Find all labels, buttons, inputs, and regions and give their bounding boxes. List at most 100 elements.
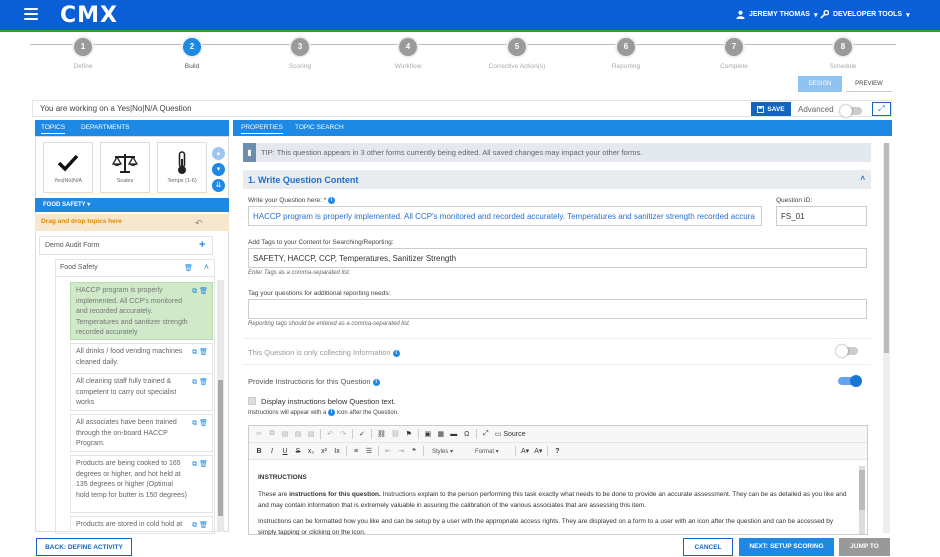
indent-icon[interactable]: ⇥	[397, 447, 405, 455]
copy-trash-icons[interactable]: ⧉ 🗑	[192, 287, 208, 298]
step-build[interactable]: 2 Build	[162, 36, 222, 70]
strike-button[interactable]: S	[294, 448, 302, 455]
save-button[interactable]: SAVE	[751, 102, 791, 116]
source-button[interactable]: ▭ Source	[495, 430, 526, 438]
superscript-button[interactable]: x²	[320, 448, 328, 455]
topic-card-temps[interactable]: Temps (1-6)	[157, 142, 207, 193]
info-icon[interactable]: i	[328, 197, 336, 204]
blockquote-icon[interactable]: ❝	[410, 447, 418, 455]
question-item[interactable]: All associates have been trained through…	[70, 414, 213, 452]
step-reporting[interactable]: 6 Reporting	[596, 36, 656, 70]
bold-button[interactable]: B	[255, 448, 263, 455]
step-complete[interactable]: 7 Complete	[704, 36, 764, 70]
question-item[interactable]: All cleaning staff fully trained & compe…	[70, 373, 213, 411]
info-icon[interactable]: i	[372, 378, 380, 386]
numbered-list-icon[interactable]: ≡	[352, 448, 360, 455]
jump-to-button[interactable]: JUMP TO	[839, 538, 890, 556]
link-icon[interactable]: ⛓	[377, 430, 386, 438]
display-below-checkbox[interactable]	[248, 397, 256, 405]
text-color-icon[interactable]: A▾	[521, 447, 529, 455]
expand-icon[interactable]: ⤢	[872, 102, 891, 116]
reporting-input[interactable]	[248, 299, 867, 319]
italic-button[interactable]: I	[268, 448, 276, 455]
scroll-end-icon[interactable]: ⇊	[212, 179, 225, 192]
step-define[interactable]: 1 Define	[53, 36, 113, 70]
category-row[interactable]: Food Safety 🗑 ˄	[55, 259, 215, 277]
spellcheck-icon[interactable]: ✓	[358, 430, 366, 438]
rich-text-editor[interactable]: ✂ ⧉ ▤ ▤ ▤ ↶ ↷ ✓ ⛓ ⛓ ⚑ ▣ ▦ ▬ Ω ⤢ ▭ Source…	[248, 425, 868, 535]
bg-color-icon[interactable]: A▾	[534, 447, 542, 455]
step-schedule[interactable]: 8 Schedule	[813, 36, 873, 70]
back-button[interactable]: BACK: DEFINE ACTIVITY	[36, 538, 132, 556]
category-dropdown[interactable]: FOOD SAFETY ▾	[35, 198, 229, 212]
tab-topics[interactable]: TOPICS	[41, 124, 66, 134]
subscript-button[interactable]: x₂	[307, 448, 315, 455]
outdent-icon[interactable]: ⇤	[384, 447, 392, 455]
tab-properties[interactable]: PROPERTIES	[241, 124, 283, 134]
question-input[interactable]: HACCP program is properly implemented. A…	[248, 206, 762, 226]
chevron-up-icon[interactable]: ˄	[204, 262, 209, 272]
section-header[interactable]: 1. Write Question Content ˄	[243, 170, 871, 189]
left-scrollbar[interactable]	[217, 280, 224, 532]
question-item[interactable]: Products are stored in cold hold at ⧉ 🗑	[70, 516, 213, 532]
cut-icon[interactable]: ✂	[255, 430, 263, 438]
copy-trash-icons[interactable]: ⧉ 🗑	[192, 521, 208, 532]
paste-text-icon[interactable]: ▤	[294, 430, 302, 438]
copy-trash-icons[interactable]: ⧉ 🗑	[192, 419, 208, 430]
tab-departments[interactable]: DEPARTMENTS	[81, 124, 130, 131]
advanced-toggle[interactable]	[840, 105, 862, 117]
design-mode-button[interactable]: DESIGN	[798, 76, 842, 92]
scroll-down-icon[interactable]: ▾	[212, 163, 225, 176]
topic-card-yes-no-na[interactable]: Yes|No|N/A	[43, 142, 93, 193]
trash-icon[interactable]: 🗑	[184, 264, 193, 272]
developer-tools-menu[interactable]: DEVELOPER TOOLS ▾	[820, 10, 910, 19]
clear-format-button[interactable]: Ix	[333, 448, 341, 455]
next-button[interactable]: NEXT: SETUP SCORING	[739, 538, 834, 556]
tab-topic-search[interactable]: TOPIC SEARCH	[295, 124, 344, 131]
question-item[interactable]: Products are being cooked to 165 degrees…	[70, 455, 213, 513]
styles-dropdown[interactable]: Styles ▾	[429, 448, 467, 455]
paste-word-icon[interactable]: ▤	[307, 430, 315, 438]
info-only-toggle[interactable]	[836, 345, 858, 357]
topic-card-scales[interactable]: Scales	[100, 142, 150, 193]
step-workflow[interactable]: 4 Workflow	[378, 36, 438, 70]
help-icon[interactable]: ?	[553, 448, 561, 455]
format-dropdown[interactable]: Format ▾	[472, 448, 510, 455]
image-icon[interactable]: ▣	[424, 430, 432, 438]
info-icon[interactable]: i	[392, 349, 400, 357]
cancel-button[interactable]: CANCEL	[683, 538, 733, 556]
copy-trash-icons[interactable]: ⧉ 🗑	[192, 378, 208, 389]
copy-trash-icons[interactable]: ⧉ 🗑	[192, 348, 208, 359]
user-menu[interactable]: JEREMY THOMAS ▾	[736, 10, 817, 19]
bullet-list-icon[interactable]: ☰	[365, 447, 373, 455]
redo-icon[interactable]: ↷	[339, 430, 347, 438]
editor-content[interactable]: INSTRUCTIONS These are instructions for …	[249, 462, 857, 535]
preview-mode-button[interactable]: PREVIEW	[846, 76, 892, 92]
tags-input[interactable]: SAFETY, HACCP, CCP, Temperatures, Saniti…	[248, 248, 867, 268]
chevron-up-icon[interactable]: ˄	[860, 174, 865, 183]
copy-icon[interactable]: ⧉	[268, 430, 276, 438]
maximize-icon[interactable]: ⤢	[482, 430, 490, 438]
form-row[interactable]: Demo Audit Form	[39, 236, 213, 255]
hamburger-menu-icon[interactable]	[24, 8, 38, 20]
table-icon[interactable]: ▦	[437, 430, 445, 438]
underline-button[interactable]: U	[281, 448, 289, 455]
right-scrollbar[interactable]	[883, 143, 890, 533]
undo-icon[interactable]: ↶	[195, 218, 203, 229]
question-item[interactable]: HACCP program is properly implemented. A…	[70, 282, 213, 340]
copy-trash-icons[interactable]: ⧉ 🗑	[192, 460, 208, 471]
step-scoring[interactable]: 3 Scoring	[270, 36, 330, 70]
paste-icon[interactable]: ▤	[281, 430, 289, 438]
horizontal-line-icon[interactable]: ▬	[450, 431, 458, 438]
special-char-icon[interactable]: Ω	[463, 431, 471, 438]
question-item[interactable]: All drinks / food vending machines clean…	[70, 343, 213, 374]
instructions-toggle[interactable]	[838, 375, 862, 387]
undo-icon[interactable]: ↶	[326, 430, 334, 438]
step-corrective-actions[interactable]: 5 Corrective Action(s)	[487, 36, 547, 70]
editor-scrollbar[interactable]	[859, 466, 865, 534]
anchor-icon[interactable]: ⚑	[405, 430, 413, 438]
question-id-input[interactable]: FS_01	[776, 206, 867, 226]
add-icon[interactable]: +	[199, 239, 205, 251]
unlink-icon[interactable]: ⛓	[391, 430, 400, 438]
scroll-up-icon[interactable]: ▴	[212, 147, 225, 160]
